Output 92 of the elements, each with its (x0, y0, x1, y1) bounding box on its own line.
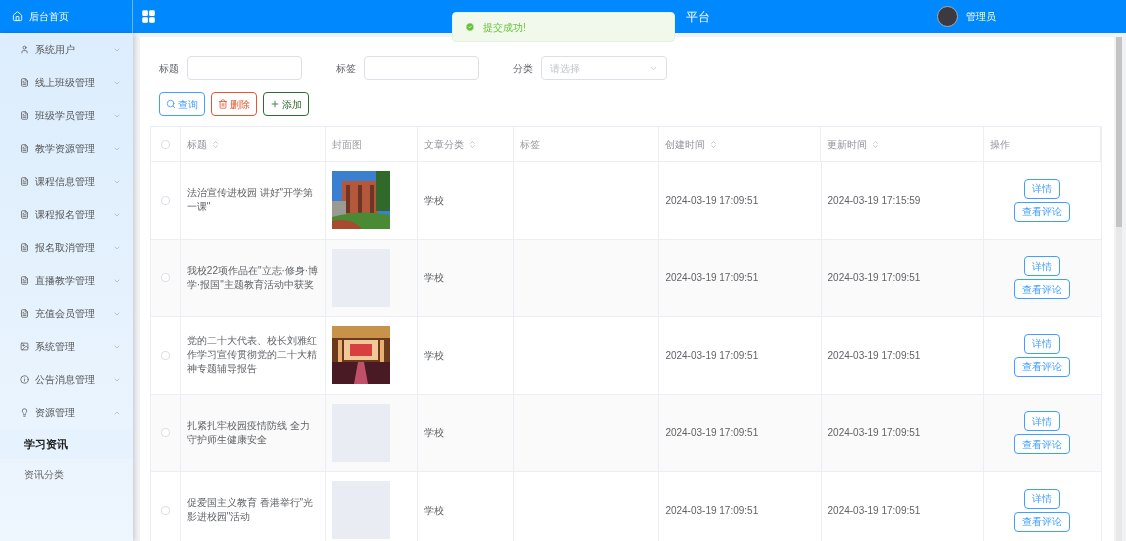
select-all-checkbox[interactable] (160, 139, 170, 149)
article-title: 党的二十大代表、校长刘雅红作学习宣传贯彻党的二十大精神专题辅导报告 (186, 334, 318, 377)
scrollbar[interactable] (1116, 37, 1122, 541)
column-header[interactable]: 文章分类 (423, 136, 464, 152)
column-header: 标签 (520, 137, 541, 152)
menu-item-icon (20, 210, 29, 219)
sidebar-item[interactable]: 直播教学管理 (0, 264, 133, 297)
menu-item-icon (20, 309, 29, 318)
sort-icon[interactable] (871, 139, 881, 149)
details-button[interactable]: 详情 (1024, 333, 1061, 354)
delete-button[interactable]: 删除 (211, 92, 257, 116)
article-title: 我校22项作品在"立志·修身·博学·报国"主题教育活动中获奖 (186, 263, 320, 292)
row-checkbox[interactable] (160, 505, 170, 515)
category-text: 学校 (423, 271, 444, 286)
comments-button[interactable]: 查看评论 (1014, 434, 1071, 455)
sidebar-item[interactable]: 充值会员管理 (0, 297, 133, 330)
sort-icon[interactable] (709, 139, 719, 149)
details-button[interactable]: 详情 (1024, 178, 1061, 199)
article-title: 促爱国主义教育 香港举行"光影进校园"活动 (186, 496, 315, 525)
menu-item-icon (20, 45, 29, 54)
sidebar-item[interactable]: 公告消息管理 (0, 363, 133, 396)
success-icon (465, 22, 475, 32)
filter-input[interactable] (364, 56, 479, 80)
submenu-item[interactable]: 资讯分类 (0, 459, 133, 489)
home-icon (12, 11, 23, 22)
row-checkbox[interactable] (160, 195, 170, 205)
column-header: 操作 (989, 137, 1010, 152)
search-icon (166, 99, 176, 109)
details-button[interactable]: 详情 (1024, 411, 1061, 432)
sidebar-item[interactable]: 报名取消管理 (0, 231, 133, 264)
sidebar-item[interactable]: 课程信息管理 (0, 165, 133, 198)
article-title: 扎紧扎牢校园疫情防线 全力守护师生健康安全 (186, 418, 311, 447)
category-text: 学校 (423, 193, 444, 208)
menu-item-icon (20, 111, 29, 120)
success-toast: 提交成功! (452, 12, 675, 42)
updated-time: 2024-03-19 17:15:59 (827, 193, 921, 208)
sort-icon[interactable] (210, 139, 220, 149)
menu-item-icon (20, 177, 29, 186)
column-header: 封面图 (332, 137, 363, 152)
filter-label: 分类 (513, 61, 533, 76)
sidebar-item[interactable]: 系统用户 (0, 33, 133, 66)
row-checkbox[interactable] (160, 350, 170, 360)
sidebar-item[interactable]: 线上班级管理 (0, 66, 133, 99)
search-button[interactable]: 查询 (159, 92, 205, 116)
updated-time: 2024-03-19 17:09:51 (827, 426, 921, 441)
comments-button[interactable]: 查看评论 (1014, 511, 1071, 532)
updated-time: 2024-03-19 17:09:51 (827, 271, 921, 286)
created-time: 2024-03-19 17:09:51 (665, 426, 759, 441)
article-title: 法治宣传进校园 讲好"开学第一课" (186, 186, 315, 215)
menu-item-icon (20, 276, 29, 285)
column-header[interactable]: 更新时间 (827, 136, 868, 152)
filter-label: 标题 (159, 61, 179, 76)
sidebar-item[interactable]: 资源管理 (0, 396, 133, 429)
avatar[interactable] (937, 6, 958, 27)
menu-item-icon (20, 144, 29, 153)
sort-icon[interactable] (467, 139, 477, 149)
created-time: 2024-03-19 17:09:51 (665, 503, 759, 518)
menu-item-icon (20, 375, 29, 384)
row-checkbox[interactable] (160, 428, 170, 438)
menu-item-icon (20, 408, 29, 417)
category-text: 学校 (423, 348, 444, 363)
sidebar-item[interactable]: 班级学员管理 (0, 99, 133, 132)
comments-button[interactable]: 查看评论 (1014, 279, 1071, 300)
details-button[interactable]: 详情 (1024, 256, 1061, 277)
app-title: 平台 (686, 8, 710, 26)
updated-time: 2024-03-19 17:09:51 (827, 503, 921, 518)
row-checkbox[interactable] (160, 273, 170, 283)
menu-item-icon (20, 78, 29, 87)
menu-icon[interactable] (141, 9, 156, 24)
created-time: 2024-03-19 17:09:51 (665, 348, 759, 363)
menu-item-icon (20, 342, 29, 351)
sidebar-item[interactable]: 教学资源管理 (0, 132, 133, 165)
add-icon (270, 99, 280, 109)
created-time: 2024-03-19 17:09:51 (665, 271, 759, 286)
details-button[interactable]: 详情 (1024, 488, 1061, 509)
comments-button[interactable]: 查看评论 (1014, 356, 1071, 377)
delete-icon (218, 99, 228, 109)
user-name[interactable]: 管理员 (966, 9, 996, 24)
created-time: 2024-03-19 17:09:51 (665, 193, 759, 208)
filter-label: 标签 (336, 61, 356, 76)
updated-time: 2024-03-19 17:09:51 (827, 348, 921, 363)
menu-item-icon (20, 243, 29, 252)
sidebar-item[interactable]: 系统管理 (0, 330, 133, 363)
column-header[interactable]: 创建时间 (665, 136, 706, 152)
comments-button[interactable]: 查看评论 (1014, 201, 1071, 222)
column-header[interactable]: 标题 (186, 136, 207, 152)
filter-input[interactable] (187, 56, 302, 80)
sidebar-item[interactable]: 课程报名管理 (0, 198, 133, 231)
category-text: 学校 (423, 426, 444, 441)
submenu-item[interactable]: 学习资讯 (0, 429, 133, 459)
category-text: 学校 (423, 503, 444, 518)
add-button[interactable]: 添加 (263, 92, 309, 116)
